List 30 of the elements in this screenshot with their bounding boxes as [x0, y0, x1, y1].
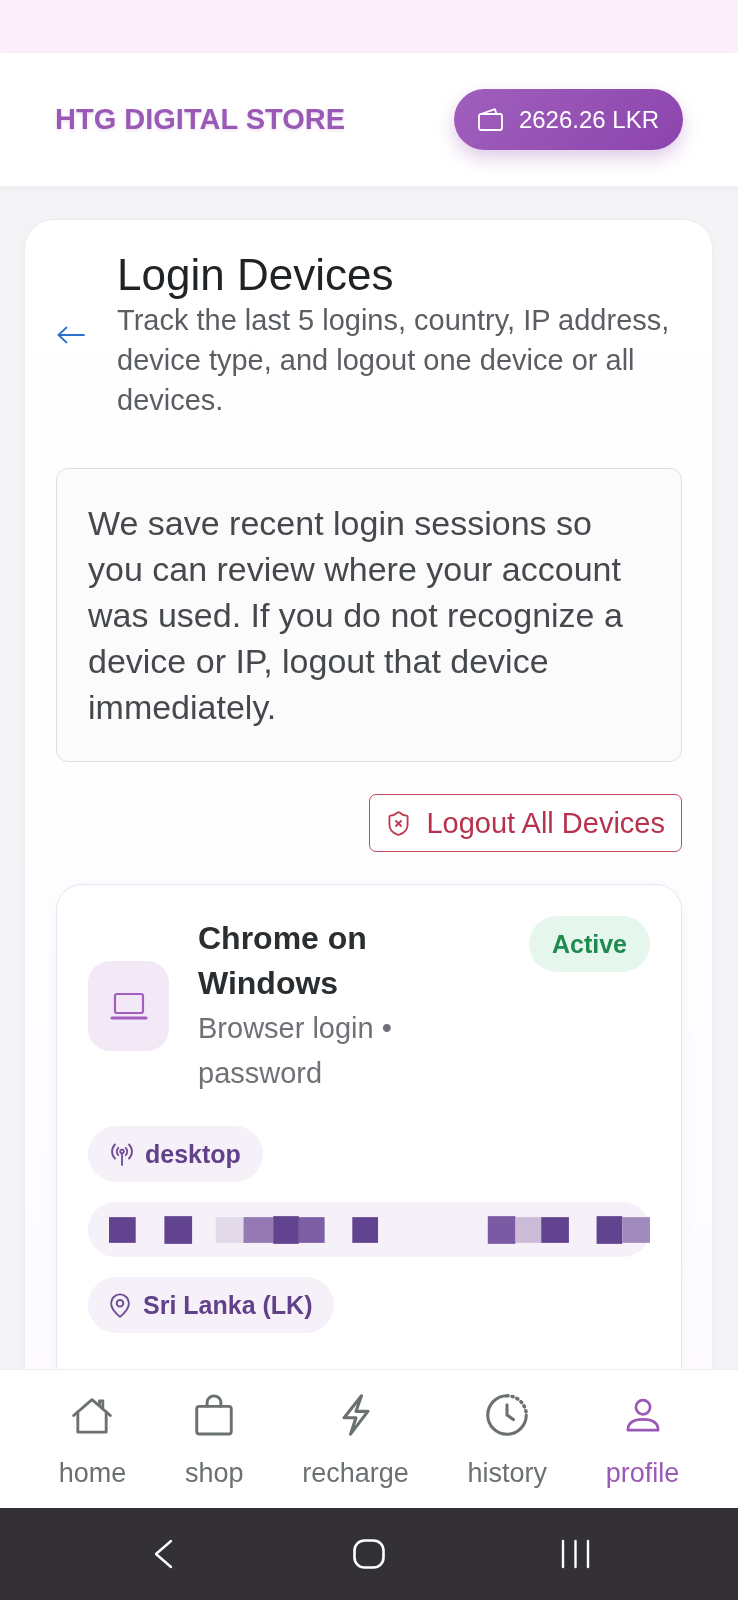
clock-icon	[485, 1393, 530, 1437]
device-type-text: desktop	[145, 1139, 241, 1169]
wallet-icon	[477, 108, 503, 131]
balance-button[interactable]: 2626.26 LKR	[453, 89, 683, 150]
page-title: Login Devices	[117, 250, 395, 300]
notice-text: We save recent login sessions so you can review where your account was used. If you do not recognize a device or IP, logout that device immediately.	[88, 503, 624, 728]
location-text: Sri Lanka (LK)	[143, 1290, 313, 1320]
nav-tab[interactable]: history	[467, 1393, 548, 1489]
back-arrow-icon[interactable]	[57, 326, 85, 344]
device-name: Chrome on Windows	[198, 919, 368, 1003]
page-subtitle: Track the last 5 logins, country, IP address, device type, and logout one device or all devices.	[117, 303, 671, 418]
nav-tab[interactable]: shop	[184, 1393, 244, 1489]
nav-tab[interactable]: profile	[605, 1393, 680, 1489]
logout-all-button[interactable]: Logout All Devices	[369, 794, 682, 852]
rounded-square-icon[interactable]	[353, 1539, 385, 1569]
broadcast-icon	[110, 1142, 134, 1166]
user-icon	[625, 1398, 660, 1432]
chevron-left-icon[interactable]	[152, 1539, 174, 1569]
map-pin-icon	[110, 1292, 130, 1318]
device-detail: Browser login • password	[198, 1011, 393, 1091]
three-bars-icon[interactable]	[560, 1539, 590, 1569]
lightning-bolt-icon	[340, 1394, 371, 1436]
status-badge: Active	[528, 916, 650, 972]
laptop-icon	[88, 961, 169, 1051]
shield-x-icon	[388, 810, 410, 836]
nav-tab[interactable]: home	[58, 1393, 127, 1489]
shopping-bag-icon	[195, 1394, 234, 1436]
house-icon	[72, 1396, 113, 1434]
nav-tab[interactable]: recharge	[302, 1393, 409, 1489]
store-title: HTG DIGITAL STORE	[55, 103, 345, 136]
